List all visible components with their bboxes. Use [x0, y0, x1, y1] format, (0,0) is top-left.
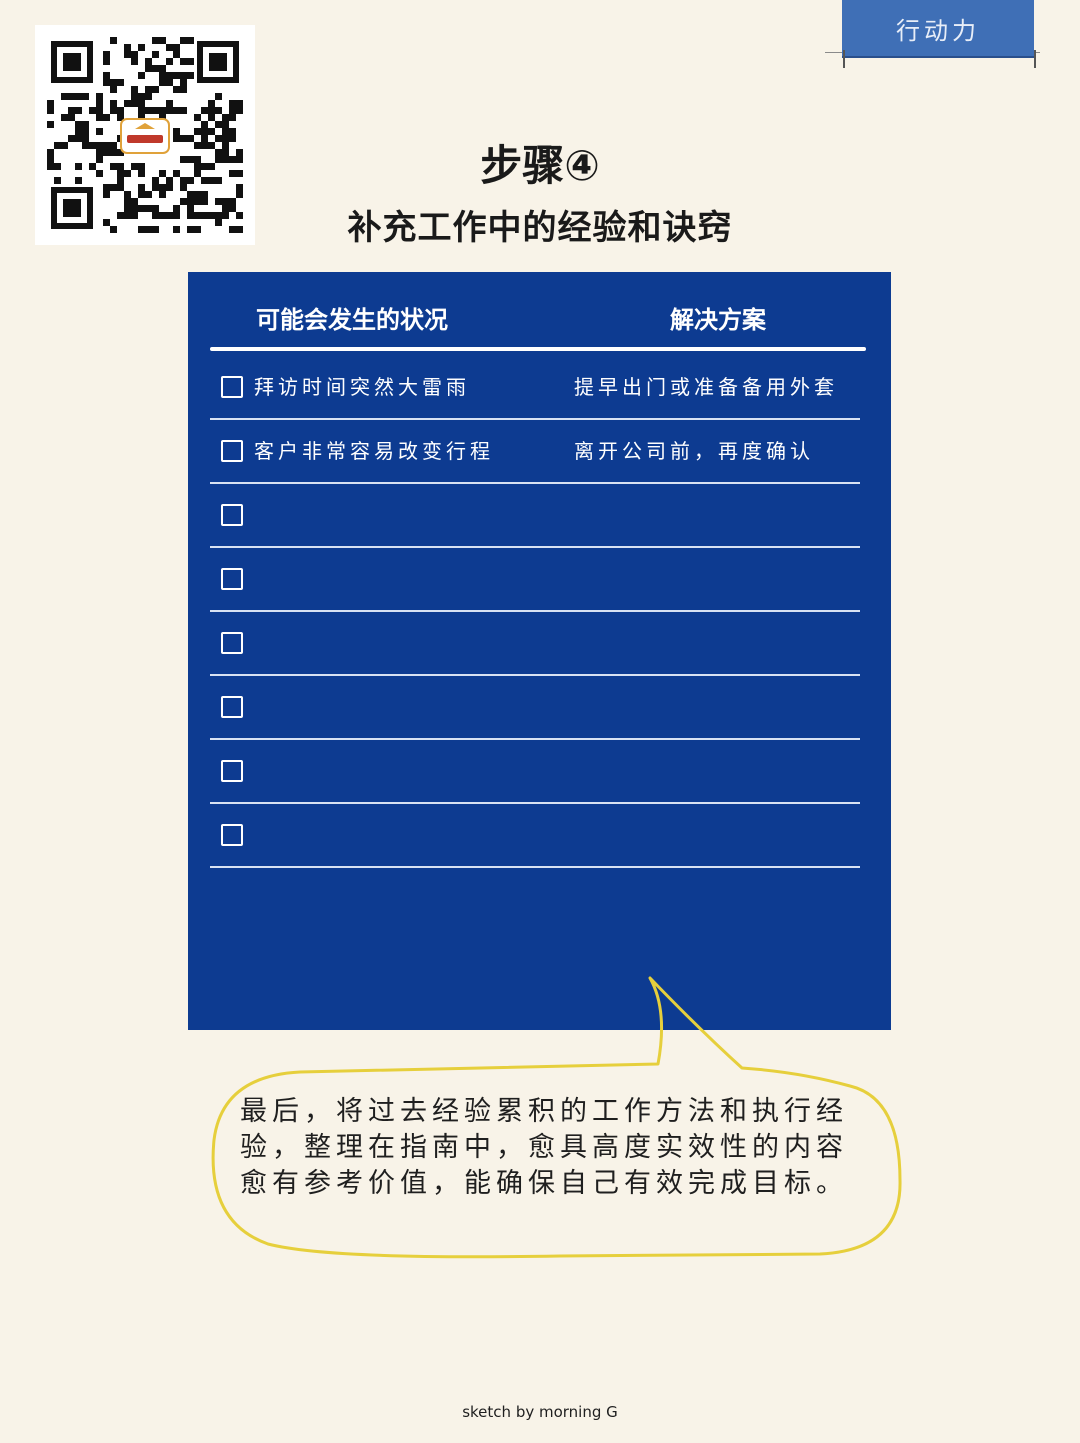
solution-cell: 提早出门或准备备用外套 — [574, 375, 838, 399]
credit-line: sketch by morning G — [462, 1403, 618, 1421]
table-row — [210, 547, 860, 612]
header-divider — [210, 347, 866, 351]
table-row — [210, 739, 860, 804]
checkbox-icon[interactable] — [221, 760, 243, 782]
table-row — [210, 675, 860, 740]
solution-cell: 离开公司前，再度确认 — [574, 439, 814, 463]
column-header-solution: 解决方案 — [670, 306, 766, 334]
column-header-situation: 可能会发生的状况 — [256, 306, 448, 334]
table-row: 客户非常容易改变行程 离开公司前，再度确认 — [210, 419, 860, 484]
action-tag: 行动力 — [842, 0, 1034, 58]
checkbox-icon[interactable] — [221, 376, 243, 398]
situation-cell: 拜访时间突然大雷雨 — [254, 375, 470, 399]
situation-cell: 客户非常容易改变行程 — [254, 439, 494, 463]
tag-pin — [843, 50, 845, 68]
checkbox-icon[interactable] — [221, 568, 243, 590]
checkbox-icon[interactable] — [221, 440, 243, 462]
bubble-text: 最后，将过去经验累积的工作方法和执行经验，整理在指南中，愈具高度实效性的内容愈有… — [240, 1096, 848, 1199]
table-row — [210, 611, 860, 676]
table-row — [210, 483, 860, 548]
checkbox-icon[interactable] — [221, 824, 243, 846]
page-title: 步骤④ — [480, 141, 600, 190]
action-tag-label: 行动力 — [896, 16, 980, 45]
page-subtitle: 补充工作中的经验和诀窍 — [347, 208, 733, 248]
checkbox-icon[interactable] — [221, 504, 243, 526]
table-row: 拜访时间突然大雷雨 提早出门或准备备用外套 — [210, 355, 860, 420]
table-row — [210, 803, 860, 868]
checkbox-icon[interactable] — [221, 696, 243, 718]
checkbox-icon[interactable] — [221, 632, 243, 654]
tag-pin — [1034, 50, 1036, 68]
